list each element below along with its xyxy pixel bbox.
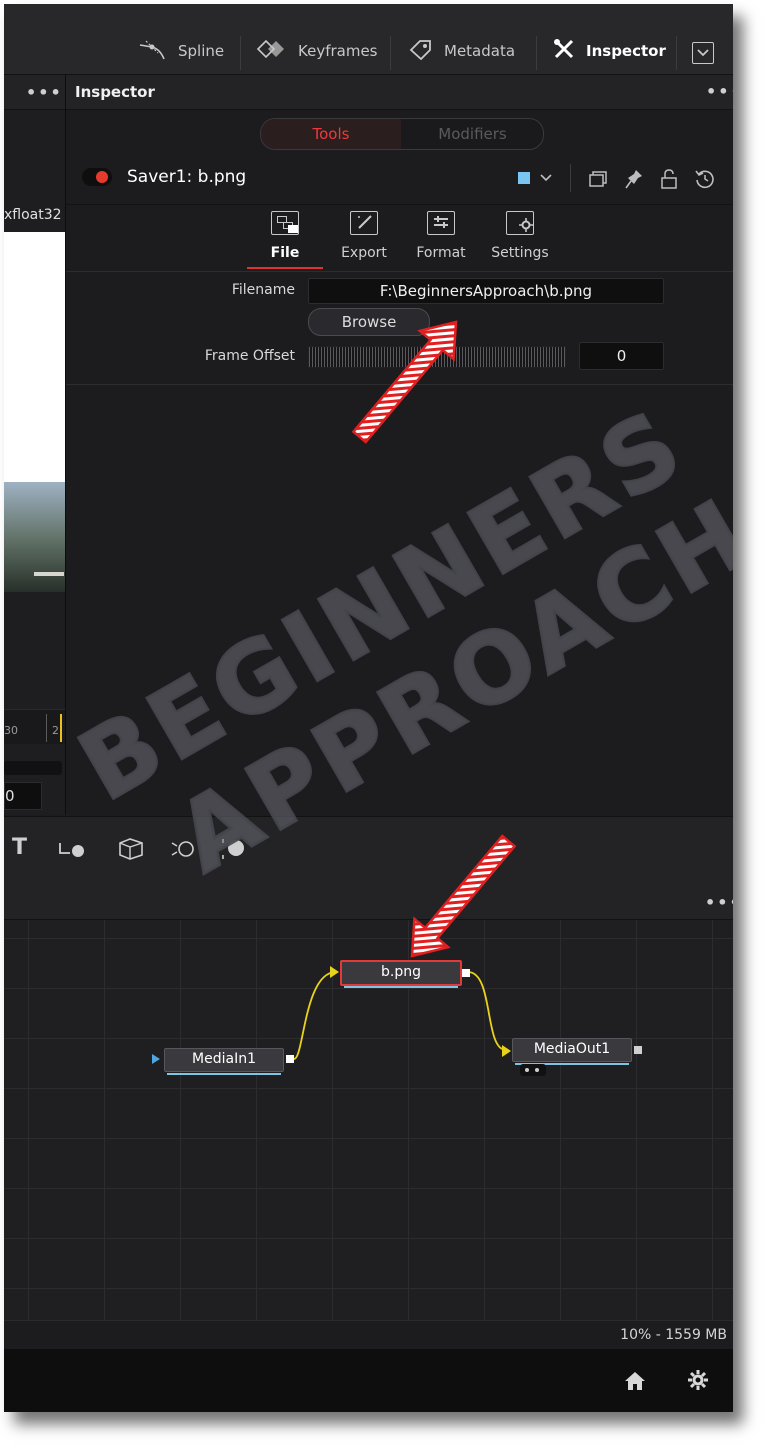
arrow-to-browse	[351, 320, 458, 444]
fusion-window: Spline Keyframes Metadata Inspector ••• …	[4, 4, 733, 1412]
arrow-to-saver-node	[410, 834, 517, 958]
